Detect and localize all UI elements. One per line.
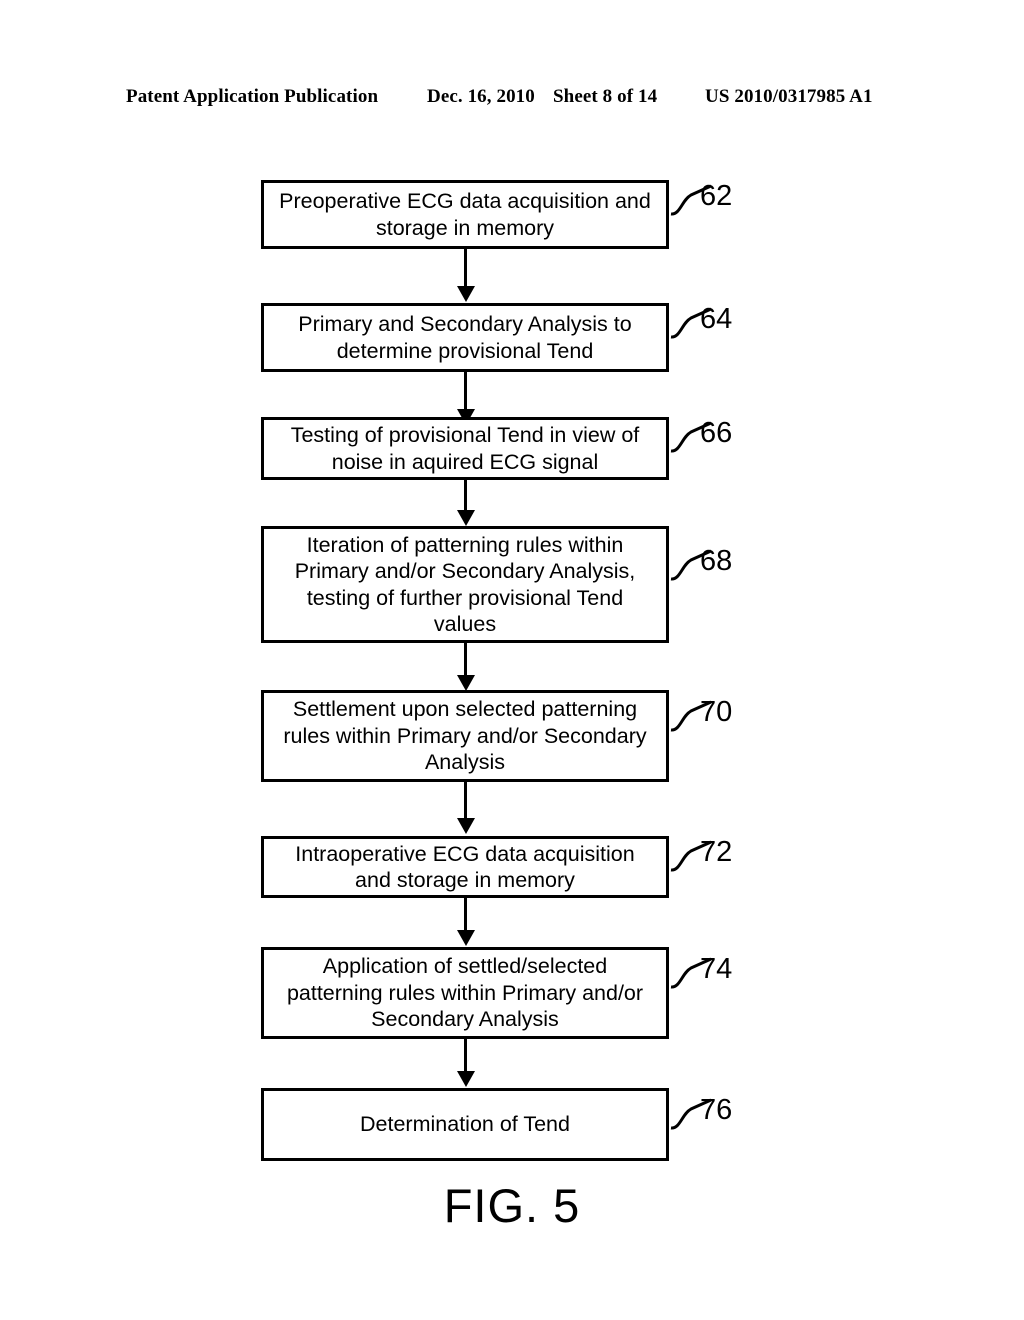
flowchart-box-64-text: Primary and Secondary Analysis to determ… xyxy=(298,312,632,363)
flowchart-ref-70: 70 xyxy=(700,696,733,728)
flowchart-box-68-text: Iteration of patterning rules within Pri… xyxy=(294,532,636,637)
flowchart-box-76: Determination of Tend xyxy=(261,1088,669,1161)
flowchart-ref-64: 64 xyxy=(700,303,733,335)
flowchart-ref-62: 62 xyxy=(700,180,733,212)
flowchart-box-72: Intraoperative ECG data acquisition and … xyxy=(261,836,669,898)
flowchart-box-64: Primary and Secondary Analysis to determ… xyxy=(261,303,669,372)
flowchart-arrowhead-68-70 xyxy=(457,675,475,691)
figure-caption: FIG. 5 xyxy=(443,1179,581,1232)
flowchart-box-74: Application of settled/selected patterni… xyxy=(261,947,669,1039)
flowchart-arrowhead-70-72 xyxy=(457,818,475,834)
flowchart-box-76-text: Determination of Tend xyxy=(360,1112,570,1137)
flowchart-arrowhead-62-64 xyxy=(457,286,475,302)
flowchart-connector-68-70 xyxy=(464,643,467,677)
flowchart-arrowhead-66-68 xyxy=(457,510,475,526)
flowchart-ref-74: 74 xyxy=(700,953,733,985)
flowchart-connector-64-66 xyxy=(464,372,467,411)
flowchart-connector-74-76 xyxy=(464,1039,467,1073)
flowchart-box-66-text: Testing of provisional Tend in view of n… xyxy=(290,423,640,474)
flowchart-box-70-text: Settlement upon selected patterning rule… xyxy=(283,697,647,775)
flowchart-arrowhead-74-76 xyxy=(457,1071,475,1087)
flowchart-box-70: Settlement upon selected patterning rule… xyxy=(261,690,669,782)
flowchart-ref-66: 66 xyxy=(700,417,733,449)
flowchart-ref-68: 68 xyxy=(700,545,733,577)
flowchart-arrowhead-72-74 xyxy=(457,930,475,946)
flowchart-box-68: Iteration of patterning rules within Pri… xyxy=(261,526,669,643)
flowchart-connector-70-72 xyxy=(464,782,467,820)
flowchart-connector-62-64 xyxy=(464,249,467,288)
flowchart-box-74-text: Application of settled/selected patterni… xyxy=(286,954,644,1032)
flowchart-ref-76: 76 xyxy=(700,1094,733,1126)
flowchart-box-72-text: Intraoperative ECG data acquisition and … xyxy=(295,841,635,893)
flowchart-box-66: Testing of provisional Tend in view of n… xyxy=(261,417,669,480)
flowchart-ref-72: 72 xyxy=(700,836,733,868)
flowchart-box-62-text: Preoperative ECG data acquisition and st… xyxy=(279,189,651,240)
flowchart-connector-66-68 xyxy=(464,480,467,512)
flowchart-box-62: Preoperative ECG data acquisition and st… xyxy=(261,180,669,249)
flowchart-connector-72-74 xyxy=(464,898,467,932)
flowchart-diagram: Preoperative ECG data acquisition and st… xyxy=(0,0,1024,1320)
